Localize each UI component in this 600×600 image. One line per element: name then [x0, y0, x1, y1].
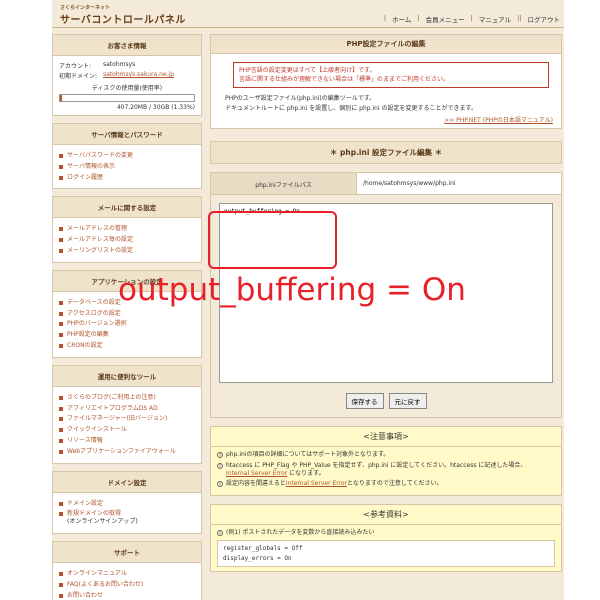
bullet-icon [59, 417, 63, 422]
top-nav: | ホーム | 会員メニュー | マニュアル || ログアウト [383, 14, 561, 24]
server-box: サーバ情報とパスワード サーバパスワードの変更 サーバ情報の表示 ログイン履歴 [52, 123, 202, 190]
logo-title[interactable]: サーバコントロールパネル [60, 11, 186, 26]
tools-title: 運用に便利なツール [53, 365, 201, 387]
bullet-icon [59, 164, 63, 169]
menu-mail-address[interactable]: メールアドレスの管理 [59, 225, 195, 233]
mail-box: メールに関する設定 メールアドレスの管理 メールアドレス毎の設定 メーリングリス… [52, 196, 202, 263]
bullet-icon [59, 248, 63, 253]
domain-title: ドメイン設定 [53, 471, 201, 493]
sidebar: お客さま情報 アカウント: satohmsys 初期ドメイン: satohmsys.… [52, 34, 202, 600]
menu-affiliate[interactable]: アフィリエイトプログラムDS AD [59, 405, 195, 413]
account-label: アカウント: [59, 63, 92, 70]
menu-login-history[interactable]: ログイン履歴 [59, 174, 195, 182]
customer-info-box: お客さま情報 アカウント: satohmsys 初期ドメイン: satohmsys.… [52, 34, 202, 116]
nav-member-menu[interactable]: 会員メニュー [426, 14, 465, 24]
section-title: ＊ php.ini 設定ファイル編集 ＊ [210, 141, 562, 165]
menu-file-manager[interactable]: ファイルマネージャー (旧バージョン) [59, 415, 195, 423]
menu-resource-info[interactable]: リソース情報 [59, 437, 195, 445]
reference-box: <参考資料> ? (例1) ポストされたデータを変数から直接読み込みたい regi… [210, 503, 562, 573]
menu-cron[interactable]: CRONの設定 [59, 342, 195, 350]
warning-notice: PHP言語の設定変更はすべて【上級者向け】です。 言語に関する仕組みが理解できな… [233, 62, 549, 88]
question-icon: ? [217, 462, 223, 469]
customer-info-title: お客さま情報 [53, 35, 201, 56]
mail-title: メールに関する設定 [53, 197, 201, 219]
question-icon: ? [217, 481, 223, 488]
bullet-icon [59, 343, 63, 348]
bullet-icon [59, 333, 63, 338]
account-value: satohmsys [103, 61, 136, 68]
domain-label: 初期ドメイン: [59, 73, 98, 80]
bullet-icon [59, 571, 63, 576]
server-title: サーバ情報とパスワード [53, 124, 201, 145]
menu-access-log[interactable]: アクセスログの設定 [59, 310, 195, 318]
menu-php-version[interactable]: PHPのバージョン選択 [59, 320, 195, 328]
menu-blog[interactable]: さくらのブログ (ご利用上の注意) [59, 394, 195, 402]
logo-company: さくらインターネット [60, 5, 111, 11]
menu-waf[interactable]: Webアプリケーションファイアウォール [59, 448, 195, 456]
bullet-icon [59, 449, 63, 454]
bullet-icon [59, 322, 63, 327]
bullet-icon [59, 238, 63, 243]
bullet-icon [59, 582, 63, 587]
file-path-label: php.iniファイルパス [211, 173, 357, 195]
highlight-frame [208, 211, 337, 269]
menu-mailing-list[interactable]: メーリングリストの設定 [59, 247, 195, 255]
disk-usage-fill [60, 95, 62, 101]
disk-usage-bar [59, 94, 195, 102]
domain-box: ドメイン設定 ドメイン設定 新規ドメインの取得 (オンラインサインアップ) [52, 470, 202, 534]
disk-usage-label: ディスクの使用量(使用率) [91, 85, 163, 92]
menu-server-info[interactable]: サーバ情報の表示 [59, 163, 195, 171]
nav-home[interactable]: ホーム [392, 14, 411, 24]
bullet-icon [59, 428, 63, 433]
support-box: サポート オンラインマニュアル FAQ(よくあるお問い合わせ) お問い合わせ [52, 540, 202, 600]
bullet-icon [59, 512, 63, 517]
bullet-icon [59, 175, 63, 180]
notes-box: <注意事項> ? php.iniの項目の詳細についてはサポート対象外となります。 … [210, 426, 562, 496]
bullet-icon [59, 501, 63, 506]
header: さくらインターネット サーバコントロールパネル | ホーム | 会員メニュー |… [52, 0, 564, 28]
domain-value[interactable]: satohmsys.sakura.ne.jp [103, 71, 174, 80]
menu-php-edit[interactable]: PHP設定の編集 [59, 331, 195, 339]
notes-title: <注意事項> [211, 427, 561, 448]
tools-box: 運用に便利なツール さくらのブログ (ご利用上の注意) アフィリエイトプログラムD… [52, 364, 202, 464]
menu-new-domain[interactable]: 新規ドメインの取得 (オンラインサインアップ) [59, 510, 195, 526]
page-title: PHP設定ファイルの編集 [211, 35, 561, 54]
save-button[interactable]: 保存する [345, 393, 384, 410]
menu-contact[interactable]: お問い合わせ [59, 592, 195, 600]
panel-description: PHPのユーザ設定ファイル(php.ini)の編集ツールです。 ドキュメントルー… [225, 95, 477, 112]
question-icon: ? [217, 452, 223, 459]
bullet-icon [59, 154, 63, 158]
menu-faq[interactable]: FAQ(よくあるお問い合わせ) [59, 581, 195, 589]
bullet-icon [59, 395, 63, 400]
bullet-icon [59, 311, 63, 316]
php-edit-panel: PHP設定ファイルの編集 PHP言語の設定変更はすべて【上級者向け】です。 言語… [210, 34, 562, 130]
bullet-icon [59, 406, 63, 411]
disk-usage-value: 407.20MB / 30GB (1.33%) [116, 104, 195, 111]
menu-quick-install[interactable]: クイックインストール [59, 426, 195, 434]
bullet-icon [59, 593, 63, 598]
bullet-icon [59, 227, 63, 232]
question-icon: ? [217, 529, 223, 536]
support-title: サポート [53, 541, 201, 563]
reference-title: <参考資料> [211, 505, 561, 525]
menu-online-manual[interactable]: オンラインマニュアル [59, 570, 195, 578]
reset-button[interactable]: 元に戻す [388, 393, 427, 410]
file-path-value: /home/satohmsys/www/php.ini [357, 173, 561, 195]
annotation-label: output_buffering = On [118, 272, 466, 308]
reference-code: register_globals = Off display_errors = … [217, 540, 555, 568]
menu-mail-settings[interactable]: メールアドレス毎の設定 [59, 236, 195, 244]
php-manual-link[interactable]: >> PHP.NET (PHPの日本語マニュアル) [211, 113, 561, 128]
nav-logout[interactable]: ログアウト [528, 14, 561, 24]
menu-server-password[interactable]: サーバパスワードの変更 [59, 152, 195, 160]
bullet-icon [59, 438, 63, 443]
nav-manual[interactable]: マニュアル [479, 14, 511, 24]
bullet-icon [59, 300, 63, 305]
menu-domain-settings[interactable]: ドメイン設定 [59, 500, 195, 508]
